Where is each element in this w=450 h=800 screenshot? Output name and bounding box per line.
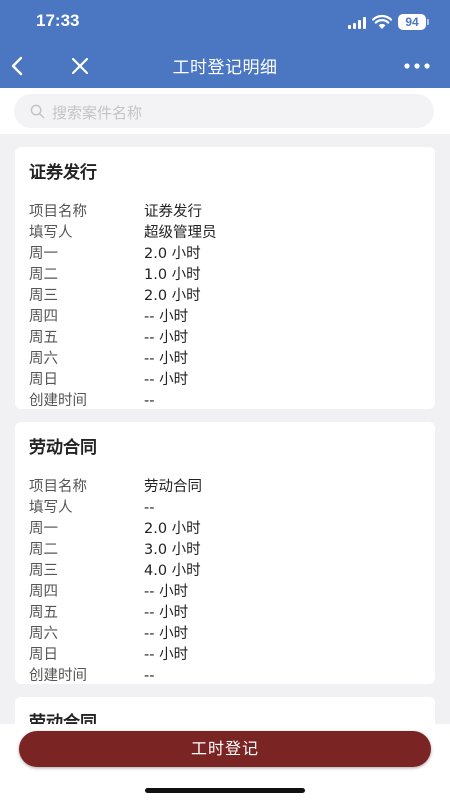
search-icon — [30, 104, 45, 119]
row-label: 项目名称 — [29, 479, 87, 495]
worklog-card[interactable]: 劳动合同 项目名称 劳动合同 填写人 -- 周一 2.0 小时 周二 3.0 小时 周三… — [15, 422, 435, 684]
row-label: 周五 — [29, 605, 58, 621]
chevron-left-icon[interactable] — [6, 54, 30, 78]
row-value: 4.0 小时 — [144, 563, 201, 579]
row-label: 周四 — [29, 584, 58, 600]
row-label: 填写人 — [29, 225, 73, 241]
search-input[interactable]: 搜索案件名称 — [14, 94, 434, 128]
row-label: 周六 — [29, 351, 58, 367]
row-label: 周六 — [29, 626, 58, 642]
home-indicator — [145, 788, 305, 793]
close-icon[interactable] — [68, 54, 92, 78]
card-title: 证券发行 — [29, 163, 97, 183]
row-value: 1.0 小时 — [144, 267, 201, 283]
row-value: 2.0 小时 — [144, 246, 201, 262]
row-label: 创建时间 — [29, 393, 87, 409]
row-value: -- 小时 — [144, 330, 189, 346]
worklog-card[interactable]: 证券发行 项目名称 证券发行 填写人 超级管理员 周一 2.0 小时 周二 1.0 小时… — [15, 147, 435, 409]
row-label: 周四 — [29, 309, 58, 325]
row-value: -- — [144, 393, 155, 409]
card-title: 劳动合同 — [29, 438, 97, 458]
page-title: 工时登记明细 — [172, 58, 278, 78]
worklog-list[interactable]: 证券发行 项目名称 证券发行 填写人 超级管理员 周一 2.0 小时 周二 1.0 小时… — [0, 134, 450, 800]
row-value: -- 小时 — [144, 626, 189, 642]
cellular-signal-icon — [348, 17, 368, 29]
search-placeholder: 搜索案件名称 — [52, 104, 143, 122]
row-value: 3.0 小时 — [144, 542, 201, 558]
row-value: -- 小时 — [144, 372, 189, 388]
row-label: 周一 — [29, 521, 58, 537]
row-value: 证券发行 — [144, 204, 202, 220]
row-label: 周二 — [29, 542, 58, 558]
navigation-bar: 工时登记明细 — [0, 44, 450, 88]
status-time: 17:33 — [36, 11, 80, 30]
row-label: 周三 — [29, 563, 58, 579]
row-value: 2.0 小时 — [144, 288, 201, 304]
row-value: -- 小时 — [144, 351, 189, 367]
row-label: 周二 — [29, 267, 58, 283]
register-hours-button[interactable]: 工时登记 — [19, 731, 431, 767]
row-value: -- — [144, 500, 155, 516]
row-value: 超级管理员 — [144, 225, 217, 241]
more-horizontal-icon[interactable] — [402, 54, 432, 78]
row-label: 周一 — [29, 246, 58, 262]
wifi-icon — [372, 14, 392, 29]
row-label: 周五 — [29, 330, 58, 346]
status-bar: 17:33 94 — [0, 0, 450, 44]
row-value: -- 小时 — [144, 584, 189, 600]
row-label: 创建时间 — [29, 668, 87, 684]
row-label: 周日 — [29, 647, 58, 663]
row-value: -- — [144, 668, 155, 684]
row-value: 劳动合同 — [144, 479, 202, 495]
row-value: -- 小时 — [144, 647, 189, 663]
row-value: -- 小时 — [144, 605, 189, 621]
row-label: 周日 — [29, 372, 58, 388]
row-label: 填写人 — [29, 500, 73, 516]
row-value: -- 小时 — [144, 309, 189, 325]
row-label: 项目名称 — [29, 204, 87, 220]
row-value: 2.0 小时 — [144, 521, 201, 537]
row-label: 周三 — [29, 288, 58, 304]
bottom-action-bar: 工时登记 — [0, 724, 450, 800]
search-container: 搜索案件名称 — [0, 88, 450, 134]
battery-indicator: 94 — [398, 14, 429, 30]
